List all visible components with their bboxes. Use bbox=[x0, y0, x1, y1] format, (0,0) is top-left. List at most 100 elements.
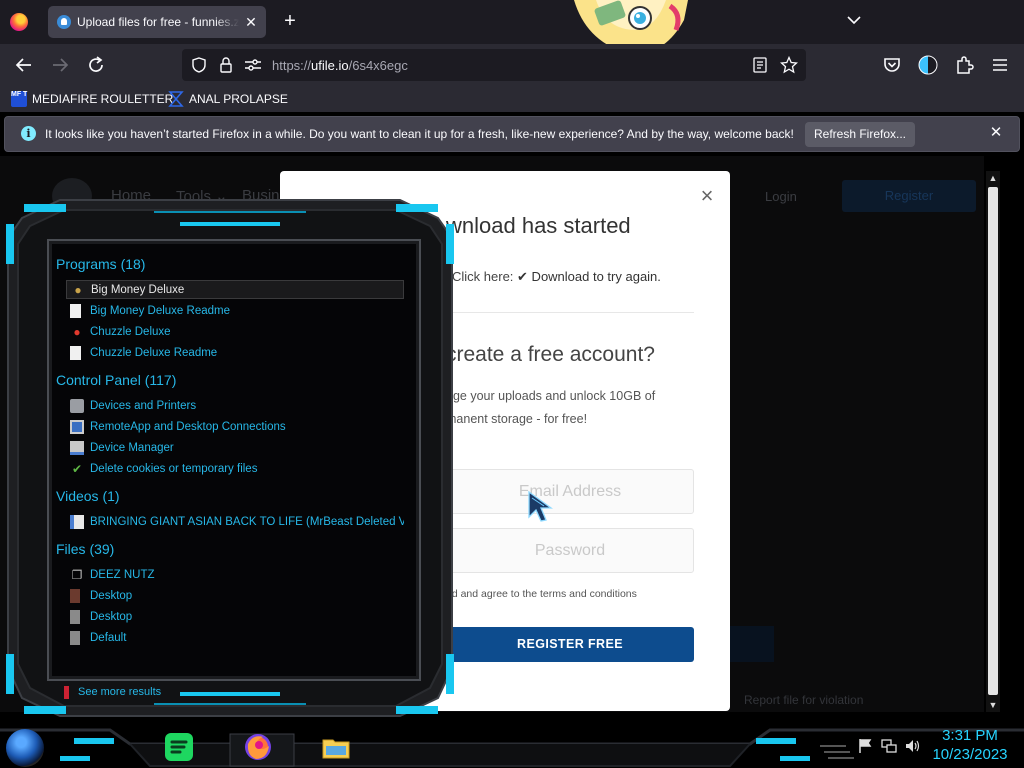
result-device-manager[interactable]: Device Manager bbox=[66, 438, 404, 457]
result-label: Desktop bbox=[90, 589, 133, 602]
network-icon[interactable] bbox=[881, 738, 897, 754]
document-icon bbox=[70, 345, 81, 360]
forward-button[interactable] bbox=[48, 53, 72, 77]
terms-checkbox-label[interactable]: ad and agree to the terms and conditions bbox=[446, 588, 637, 600]
modal-close-button[interactable]: × bbox=[698, 185, 716, 207]
app-menu-button[interactable] bbox=[988, 53, 1012, 77]
moneybag-icon: ● bbox=[74, 282, 82, 297]
header-register-button[interactable]: Register bbox=[842, 180, 976, 212]
tab-title: Upload files for free - funnies.zip - uf… bbox=[77, 15, 239, 29]
scroll-down-arrow-icon[interactable]: ▼ bbox=[986, 698, 1000, 712]
category-programs[interactable]: Programs (18) bbox=[56, 256, 145, 272]
refresh-firefox-button[interactable]: Refresh Firefox... bbox=[805, 122, 915, 147]
result-label: BRINGING GIANT ASIAN BACK TO LIFE (MrBea… bbox=[90, 515, 404, 528]
video-file-icon bbox=[70, 514, 84, 529]
bookmark-star-icon[interactable] bbox=[780, 56, 798, 74]
action-center-flag-icon[interactable] bbox=[857, 738, 873, 754]
start-button[interactable] bbox=[6, 729, 44, 767]
desktop-shortcut-icon bbox=[70, 609, 80, 624]
url-bar[interactable]: https://ufile.io/6s4x6egc bbox=[182, 49, 806, 81]
result-label: Chuzzle Deluxe Readme bbox=[90, 346, 218, 359]
scrollbar-thumb[interactable] bbox=[988, 187, 998, 695]
result-label: Desktop bbox=[90, 610, 133, 623]
spotify-icon[interactable] bbox=[164, 732, 194, 762]
bookmark-label: ANAL PROLAPSE bbox=[189, 92, 288, 106]
system-clock[interactable]: 3:31 PM 10/23/2023 bbox=[922, 726, 1018, 764]
pocket-button[interactable] bbox=[880, 53, 904, 77]
bookmark-anal-prolapse[interactable]: ANAL PROLAPSE bbox=[168, 90, 288, 108]
url-host: ufile.io bbox=[311, 58, 349, 73]
notification-text: It looks like you haven’t started Firefo… bbox=[45, 127, 794, 141]
lock-icon[interactable] bbox=[218, 56, 234, 74]
result-label: Big Money Deluxe bbox=[91, 283, 185, 296]
browser-tab-bar: Upload files for free - funnies.zip - uf… bbox=[0, 0, 1024, 54]
account-button[interactable] bbox=[916, 53, 940, 77]
result-big-money-deluxe[interactable]: ● Big Money Deluxe bbox=[66, 280, 404, 299]
create-account-description: age your uploads and unlock 10GB of mane… bbox=[446, 389, 656, 426]
clock-date: 10/23/2023 bbox=[932, 746, 1008, 763]
search-results-panel: Programs (18) ● Big Money Deluxe Big Mon… bbox=[52, 244, 416, 676]
document-icon bbox=[70, 303, 81, 318]
ufile-favicon-icon bbox=[57, 15, 71, 29]
reload-button[interactable] bbox=[84, 53, 108, 77]
login-link[interactable]: Login bbox=[765, 189, 797, 204]
download-again-text: Click here: ✔ Download to try again. bbox=[452, 269, 661, 285]
result-mrbeast-video[interactable]: BRINGING GIANT ASIAN BACK TO LIFE (MrBea… bbox=[66, 512, 404, 531]
result-label: RemoteApp and Desktop Connections bbox=[90, 420, 286, 433]
reader-view-icon[interactable] bbox=[752, 57, 768, 73]
firefox-icon[interactable] bbox=[243, 732, 273, 762]
see-more-results-link[interactable]: See more results bbox=[78, 686, 161, 698]
internet-options-icon: ✔ bbox=[71, 461, 83, 476]
category-videos[interactable]: Videos (1) bbox=[56, 488, 120, 504]
result-label: Delete cookies or temporary files bbox=[90, 462, 258, 475]
password-field[interactable] bbox=[446, 528, 694, 573]
result-chuzzle-deluxe[interactable]: ● Chuzzle Deluxe bbox=[66, 322, 404, 341]
extensions-button[interactable] bbox=[952, 53, 976, 77]
result-remoteapp[interactable]: RemoteApp and Desktop Connections bbox=[66, 417, 404, 436]
scroll-up-arrow-icon[interactable]: ▲ bbox=[986, 171, 1000, 185]
list-all-tabs-icon[interactable] bbox=[846, 12, 862, 28]
notification-close-button[interactable]: ✕ bbox=[987, 124, 1005, 142]
volume-icon[interactable] bbox=[905, 738, 921, 754]
file-explorer-icon[interactable] bbox=[321, 732, 351, 762]
tracking-protection-shield-icon[interactable] bbox=[190, 56, 208, 74]
download-again-link[interactable]: ✔ Download to try again. bbox=[517, 269, 661, 284]
forward-arrow-icon bbox=[53, 58, 69, 72]
bookmark-mediafire-rouletter[interactable]: MF T MEDIAFIRE ROULETTER bbox=[11, 90, 173, 108]
permissions-icon[interactable] bbox=[244, 57, 262, 73]
firefox-view-icon[interactable] bbox=[10, 13, 28, 31]
click-here-label: Click here: bbox=[452, 269, 514, 284]
email-field[interactable] bbox=[446, 469, 694, 514]
tab-close-button[interactable]: ✕ bbox=[242, 13, 260, 31]
result-desktop-folder[interactable]: Desktop bbox=[66, 586, 404, 605]
bookmark-label: MEDIAFIRE ROULETTER bbox=[32, 92, 174, 106]
page-scrollbar[interactable]: ▲ ▼ bbox=[986, 171, 1000, 712]
result-delete-cookies[interactable]: ✔ Delete cookies or temporary files bbox=[66, 459, 404, 478]
library-icon: ❐ bbox=[71, 567, 83, 582]
result-deez-nutz[interactable]: ❐ DEEZ NUTZ bbox=[66, 565, 404, 584]
see-more-results-icon bbox=[64, 686, 69, 699]
printer-icon bbox=[70, 398, 84, 413]
new-tab-button[interactable]: + bbox=[279, 10, 301, 32]
result-devices-printers[interactable]: Devices and Printers bbox=[66, 396, 404, 415]
reload-icon bbox=[89, 56, 103, 72]
url-text[interactable]: https://ufile.io/6s4x6egc bbox=[272, 58, 408, 73]
category-control-panel[interactable]: Control Panel (117) bbox=[56, 372, 176, 388]
result-label: Device Manager bbox=[90, 441, 174, 454]
modal-title: wnload has started bbox=[446, 213, 631, 238]
result-label: Chuzzle Deluxe bbox=[90, 325, 171, 338]
result-big-money-readme[interactable]: Big Money Deluxe Readme bbox=[66, 301, 404, 320]
device-manager-icon bbox=[70, 440, 84, 455]
result-label: Devices and Printers bbox=[90, 399, 197, 412]
result-default[interactable]: Default bbox=[66, 628, 404, 647]
result-label: DEEZ NUTZ bbox=[90, 568, 155, 581]
result-chuzzle-readme[interactable]: Chuzzle Deluxe Readme bbox=[66, 343, 404, 362]
report-file-link[interactable]: Report file for violation bbox=[744, 693, 863, 707]
back-button[interactable] bbox=[12, 53, 36, 77]
category-files[interactable]: Files (39) bbox=[56, 541, 114, 557]
clock-time: 3:31 PM bbox=[942, 727, 998, 744]
register-free-button[interactable]: REGISTER FREE bbox=[446, 627, 694, 662]
result-desktop-shortcut[interactable]: Desktop bbox=[66, 607, 404, 626]
browser-tab-active[interactable]: Upload files for free - funnies.zip - uf… bbox=[48, 6, 266, 38]
mediafire-icon: MF T bbox=[11, 91, 27, 107]
